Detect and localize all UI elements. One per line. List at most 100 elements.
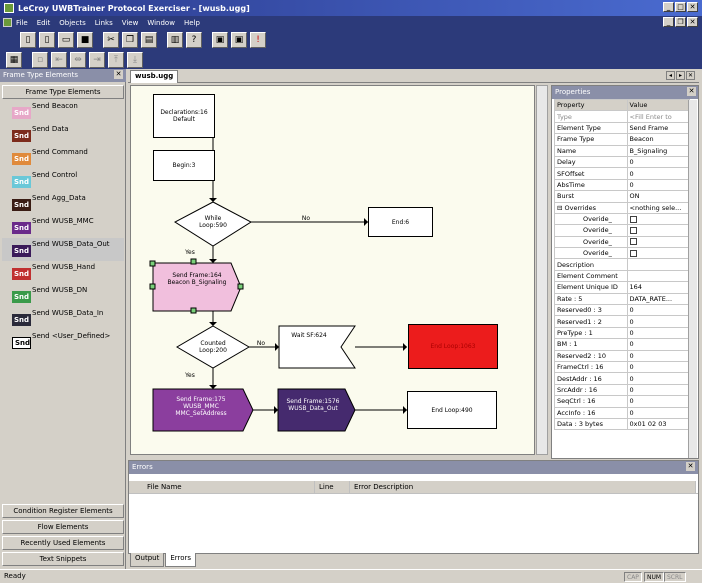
property-row[interactable]: Element Type Send Frame: [554, 121, 691, 135]
property-value[interactable]: 0: [626, 372, 691, 385]
new-template-icon[interactable]: ▯: [39, 32, 55, 48]
selection-handle[interactable]: [190, 307, 197, 314]
property-value[interactable]: 164: [626, 281, 691, 294]
property-value[interactable]: 0x01 02 03: [626, 417, 691, 431]
property-value[interactable]: 0: [626, 155, 691, 169]
menu-help[interactable]: Help: [184, 19, 200, 27]
align-bottom-icon[interactable]: ⤓: [127, 52, 143, 68]
property-value[interactable]: [626, 269, 691, 283]
doc-scroll-right-icon[interactable]: ▸: [676, 71, 685, 80]
alert-icon[interactable]: !: [250, 32, 266, 48]
flow-canvas[interactable]: Declarations:16 Default Begin:3 While Lo…: [130, 85, 535, 455]
property-row[interactable]: FrameCtrl : 16 0: [554, 360, 691, 374]
open-folder-icon[interactable]: ▭: [58, 32, 74, 48]
property-row[interactable]: Reserved1 : 20: [554, 315, 691, 328]
document-icon[interactable]: [3, 18, 12, 27]
frame-type-item[interactable]: Snd Send Data: [2, 123, 124, 146]
condition-register-elements-button[interactable]: Condition Register Elements: [2, 504, 124, 518]
property-row[interactable]: Type <Fill Enter to: [554, 110, 691, 123]
flow-elements-button[interactable]: Flow Elements: [2, 520, 124, 534]
text-snippets-button[interactable]: Text Snippets: [2, 552, 124, 566]
property-row[interactable]: Element Unique ID 164: [554, 281, 691, 294]
override-checkbox[interactable]: [629, 238, 637, 246]
declarations-node[interactable]: Declarations:16 Default: [153, 94, 215, 138]
end-node[interactable]: End:6: [368, 207, 433, 237]
begin-node[interactable]: Begin:3: [153, 150, 215, 181]
override-checkbox[interactable]: [629, 226, 637, 234]
error-description-column[interactable]: Error Description: [350, 481, 696, 493]
tab-errors[interactable]: Errors: [165, 553, 197, 567]
minimize-button[interactable]: _: [663, 2, 674, 12]
property-row[interactable]: Name B_Signaling: [554, 144, 691, 157]
property-value[interactable]: 0: [626, 315, 691, 328]
property-row[interactable]: SFOffset 0: [554, 167, 691, 180]
property-row[interactable]: Rate : 5 DATA_RATE...: [554, 292, 691, 306]
property-row[interactable]: PreType : 10: [554, 326, 691, 340]
property-row[interactable]: Reserved0 : 30: [554, 304, 691, 317]
property-value[interactable]: 0: [626, 383, 691, 397]
errors-close-icon[interactable]: ✕: [686, 462, 695, 471]
property-value[interactable]: B_Signaling: [626, 144, 691, 157]
end-loop-node[interactable]: End Loop:490: [407, 391, 497, 429]
property-value[interactable]: <nothing sele...: [626, 201, 691, 214]
canvas-vertical-scrollbar[interactable]: [536, 85, 548, 455]
property-value[interactable]: 0: [626, 167, 691, 180]
selection-handle[interactable]: [190, 258, 197, 265]
property-value[interactable]: [626, 247, 691, 260]
override-checkbox[interactable]: [629, 215, 637, 223]
line-column[interactable]: Line: [315, 481, 350, 493]
print-icon[interactable]: ▥: [167, 32, 183, 48]
menu-file[interactable]: File: [16, 19, 28, 27]
mdi-minimize-button[interactable]: _: [663, 17, 674, 27]
properties-close-icon[interactable]: ✕: [687, 87, 696, 96]
cut-icon[interactable]: ✂: [103, 32, 119, 48]
property-row[interactable]: Data : 3 bytes 0x01 02 03: [554, 417, 691, 431]
property-row[interactable]: Description: [554, 258, 691, 271]
save-icon[interactable]: ■: [77, 32, 93, 48]
property-value[interactable]: 0: [626, 304, 691, 317]
frame-type-item[interactable]: Snd Send Command: [2, 146, 124, 169]
property-row[interactable]: SrcAddr : 16 0: [554, 383, 691, 397]
property-row[interactable]: BM : 10: [554, 338, 691, 351]
frame-type-item[interactable]: Snd Send WUSB_Data_In: [2, 307, 124, 330]
new-icon[interactable]: ▯: [20, 32, 36, 48]
property-row[interactable]: Overide_: [554, 212, 691, 226]
property-row[interactable]: Frame Type Beacon: [554, 133, 691, 146]
property-value[interactable]: ON: [626, 190, 691, 203]
frame-type-item[interactable]: Snd Send Beacon: [2, 100, 124, 123]
pointer-icon[interactable]: ▫: [32, 52, 48, 68]
property-row[interactable]: DestAddr : 16 0: [554, 372, 691, 385]
property-value[interactable]: DATA_RATE...: [626, 292, 691, 306]
panel-close-icon[interactable]: ✕: [114, 70, 123, 79]
properties-scrollbar[interactable]: [688, 100, 697, 458]
property-value[interactable]: <Fill Enter to: [626, 110, 691, 123]
property-value[interactable]: 0: [626, 349, 691, 363]
tab-output[interactable]: Output: [130, 553, 165, 567]
recently-used-elements-button[interactable]: Recently Used Elements: [2, 536, 124, 550]
frame-type-item[interactable]: Snd Send WUSB_Data_Out: [2, 238, 124, 261]
align-left-icon[interactable]: ⇤: [51, 52, 67, 68]
menu-view[interactable]: View: [122, 19, 139, 27]
property-value[interactable]: [626, 258, 691, 271]
property-value[interactable]: [626, 224, 691, 237]
frame-type-item[interactable]: Snd Send WUSB_Hand: [2, 261, 124, 284]
property-row[interactable]: Overide_: [554, 235, 691, 249]
property-value[interactable]: Beacon: [626, 133, 691, 146]
end-loop-red-node[interactable]: End Loop:1063: [408, 324, 498, 369]
property-row[interactable]: Reserved2 : 10 0: [554, 349, 691, 363]
property-value[interactable]: 0: [626, 395, 691, 408]
property-row[interactable]: Burst ON: [554, 190, 691, 203]
property-value[interactable]: 0: [626, 360, 691, 374]
property-row[interactable]: ⊟ Overrides <nothing sele...: [554, 201, 691, 214]
frame-type-item[interactable]: Snd Send Agg_Data: [2, 192, 124, 215]
align-right-icon[interactable]: ⇥: [89, 52, 105, 68]
help-icon[interactable]: ?: [186, 32, 202, 48]
paste-icon[interactable]: ▤: [141, 32, 157, 48]
copy-icon[interactable]: ❐: [122, 32, 138, 48]
property-row[interactable]: Overide_: [554, 247, 691, 260]
mdi-close-button[interactable]: ✕: [687, 17, 698, 27]
frame-type-item[interactable]: Snd Send WUSB_MMC: [2, 215, 124, 238]
menu-links[interactable]: Links: [95, 19, 113, 27]
file-name-column[interactable]: File Name: [129, 481, 315, 493]
property-value[interactable]: 0: [626, 178, 691, 192]
